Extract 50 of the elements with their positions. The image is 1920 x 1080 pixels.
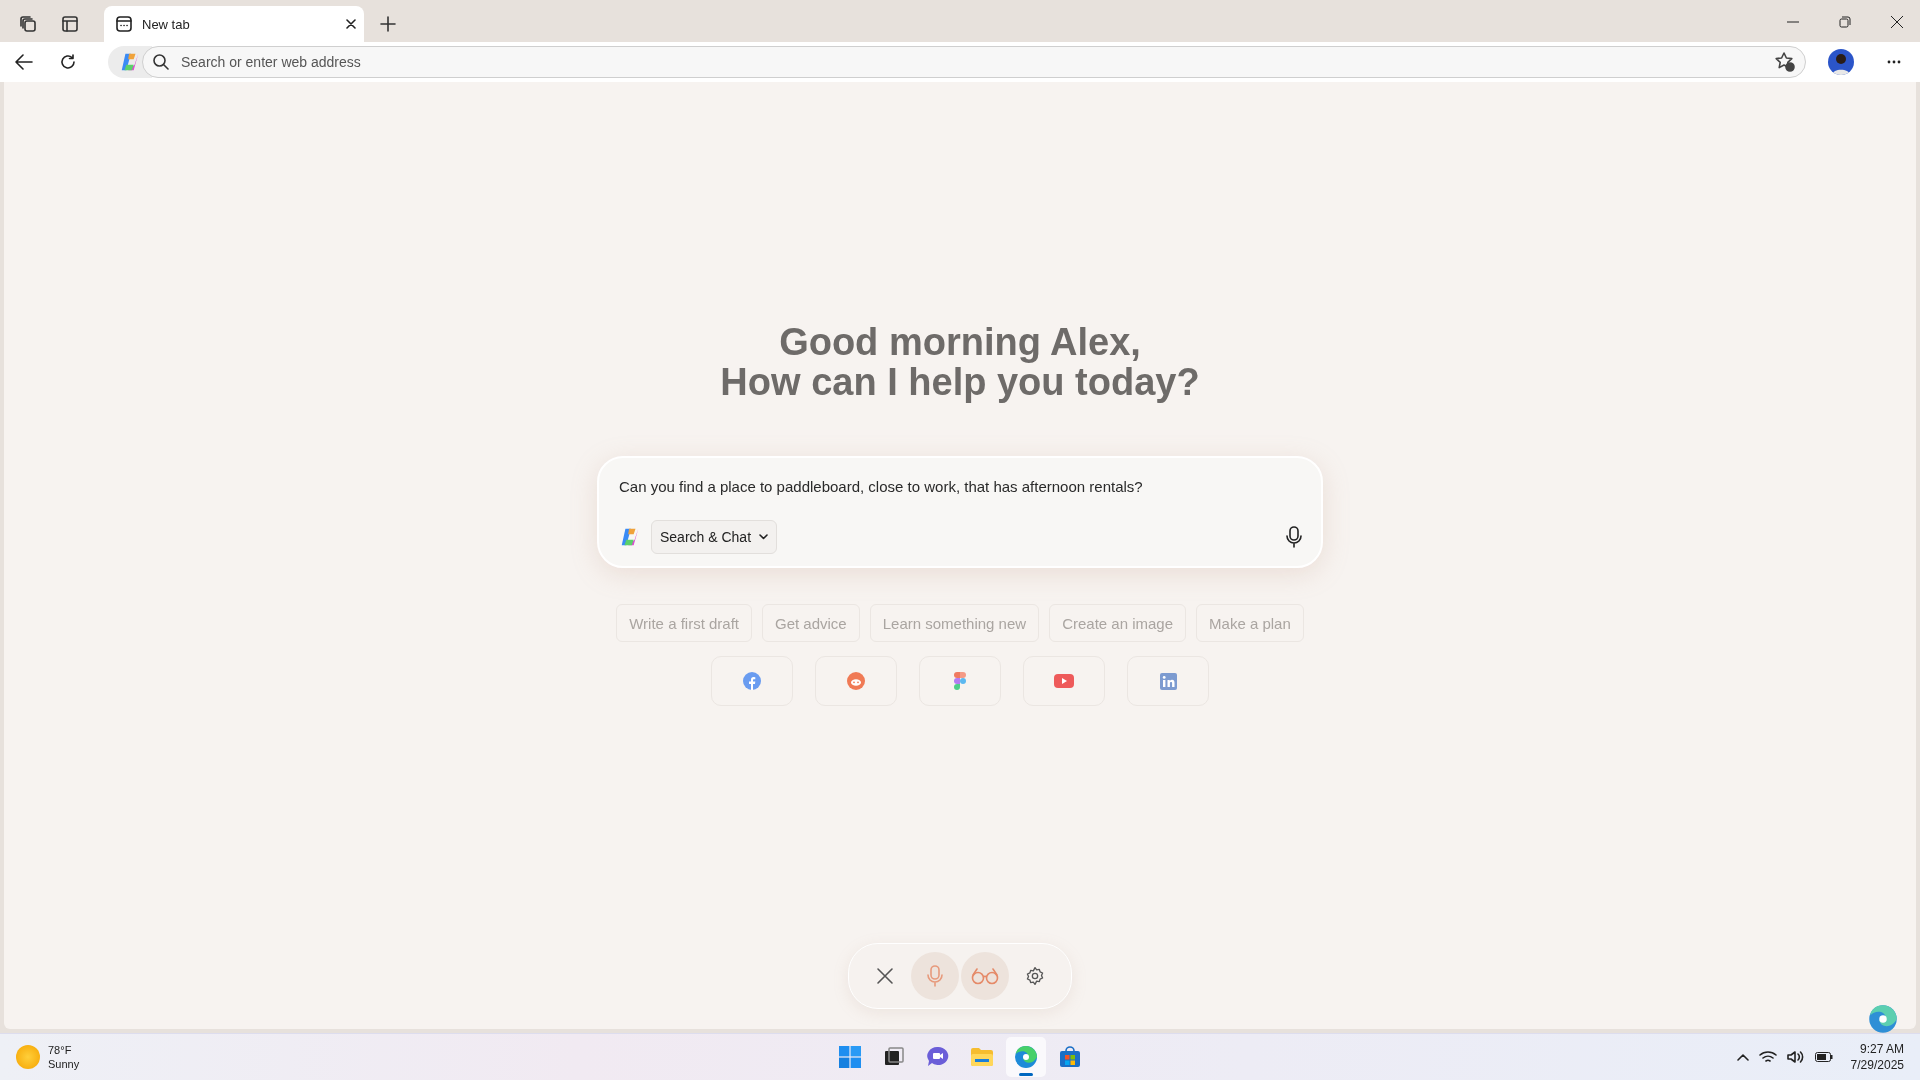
weather-condition: Sunny bbox=[48, 1057, 80, 1071]
shortcut-tile[interactable] bbox=[919, 656, 1001, 706]
search-icon bbox=[153, 54, 169, 70]
address-bar[interactable]: Search or enter web address bbox=[142, 46, 1806, 78]
close-icon bbox=[876, 967, 894, 985]
glasses-icon bbox=[971, 967, 999, 985]
time: 9:27 AM bbox=[1859, 1041, 1904, 1057]
browser-swirl-icon[interactable] bbox=[1868, 1004, 1898, 1034]
suggestion-chip[interactable]: Get advice bbox=[762, 604, 860, 642]
chevron-down-icon bbox=[759, 534, 769, 540]
task-view-icon bbox=[884, 1047, 904, 1067]
greeting-heading: Good morning Alex, How can I help you today? bbox=[720, 322, 1200, 402]
store-bag-icon bbox=[1059, 1046, 1081, 1068]
chevron-up-icon[interactable] bbox=[1736, 1053, 1749, 1061]
browser-tab[interactable]: New tab bbox=[104, 6, 364, 42]
folder-icon bbox=[970, 1047, 994, 1067]
suggestion-chip[interactable]: Make a plan bbox=[1196, 604, 1304, 642]
tab-title: New tab bbox=[142, 16, 191, 32]
speaker-icon[interactable] bbox=[1786, 1050, 1805, 1064]
new-tab-page-icon bbox=[116, 16, 132, 32]
linkedin-icon bbox=[1159, 672, 1177, 690]
settings-icon bbox=[1025, 966, 1045, 986]
prompt-text: Can you find a place to paddleboard, close to work, that has afternoon rentals? bbox=[619, 477, 1144, 495]
video-play-icon bbox=[1054, 674, 1074, 688]
microphone-icon[interactable] bbox=[1285, 526, 1303, 548]
star-add-icon[interactable] bbox=[1775, 52, 1795, 72]
mode-dropdown[interactable]: Search & Chat bbox=[651, 520, 778, 554]
shortcut-tile[interactable] bbox=[815, 656, 897, 706]
figma-icon bbox=[954, 672, 966, 690]
suggestion-chip[interactable]: Learn something new bbox=[869, 604, 1040, 642]
suggestion-chip[interactable]: Create an image bbox=[1049, 604, 1187, 642]
profile-avatar[interactable] bbox=[1828, 49, 1854, 75]
close-icon[interactable] bbox=[346, 19, 356, 29]
battery-icon[interactable] bbox=[1814, 1052, 1833, 1062]
shortcut-tile[interactable] bbox=[711, 656, 793, 706]
prompt-box[interactable]: Can you find a place to paddleboard, close to work, that has afternoon rentals? Search & Chat bbox=[597, 456, 1323, 568]
facebook-icon bbox=[743, 672, 761, 690]
reddit-icon bbox=[847, 672, 865, 690]
shortcut-tile[interactable] bbox=[1023, 656, 1105, 706]
wifi-icon[interactable] bbox=[1758, 1050, 1777, 1064]
browser-swirl-icon bbox=[1014, 1045, 1038, 1069]
date: 7/29/2025 bbox=[1850, 1057, 1904, 1073]
shortcut-tile[interactable] bbox=[1127, 656, 1209, 706]
sun-icon bbox=[16, 1045, 40, 1069]
temperature: 78°F bbox=[48, 1043, 73, 1057]
clock[interactable]: 9:27 AM 7/29/2025 bbox=[1850, 1041, 1904, 1073]
microphone-icon bbox=[927, 965, 943, 987]
suggestion-chip[interactable]: Write a first draft bbox=[616, 604, 752, 642]
chat-icon bbox=[926, 1046, 950, 1068]
windows-logo-icon bbox=[839, 1046, 861, 1068]
